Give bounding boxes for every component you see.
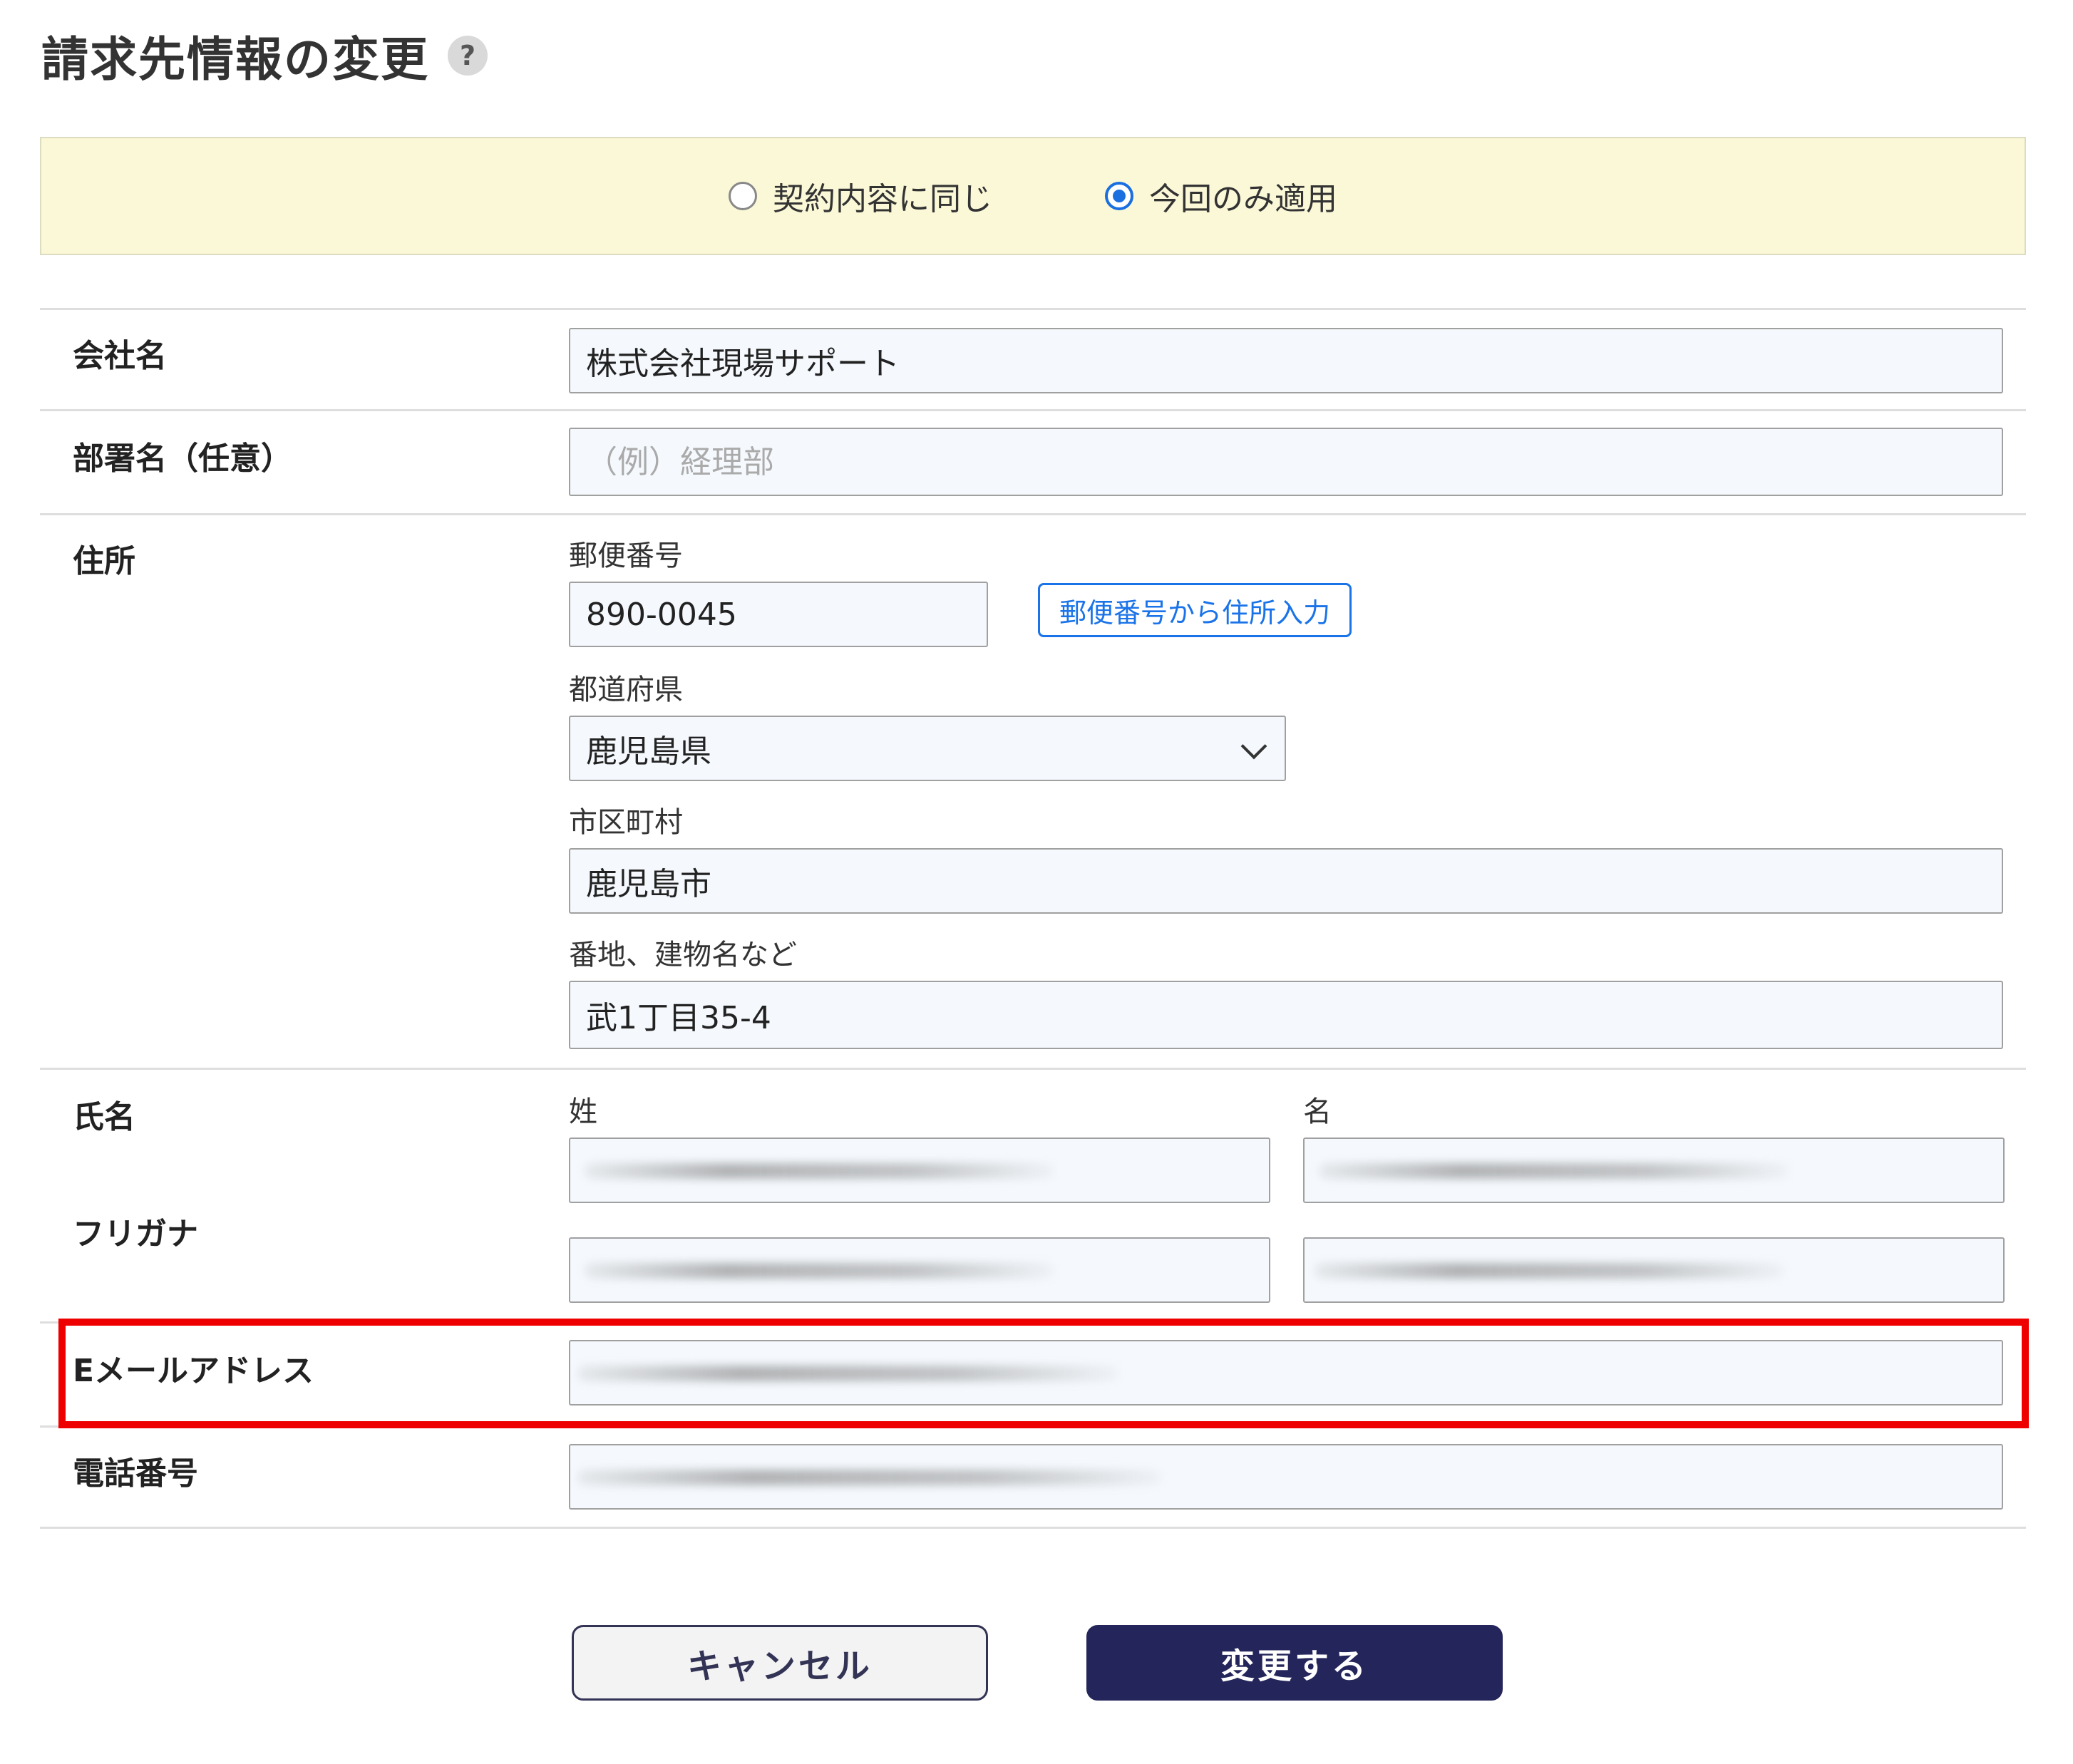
department-label: 部署名（任意） — [73, 440, 292, 477]
redacted-text — [585, 1263, 1055, 1279]
row-divider — [40, 513, 2026, 515]
help-icon[interactable]: ? — [448, 36, 488, 76]
redacted-text — [1319, 1163, 1789, 1179]
street-input[interactable] — [569, 981, 2003, 1049]
submit-button[interactable]: 変更する — [1086, 1625, 1503, 1701]
redacted-text — [585, 1163, 1055, 1179]
first-name-input[interactable] — [1303, 1138, 2005, 1203]
row-divider — [40, 1425, 2026, 1428]
zip-label: 郵便番号 — [569, 540, 683, 572]
zip-input[interactable] — [569, 582, 988, 647]
first-name-label: 名 — [1303, 1095, 1332, 1128]
prefecture-label: 都道府県 — [569, 674, 683, 706]
redacted-text — [577, 1470, 1162, 1485]
radio-label: 契約内容に同じ — [773, 181, 992, 217]
phone-input[interactable] — [569, 1444, 2003, 1510]
city-label: 市区町村 — [569, 806, 683, 839]
last-name-input[interactable] — [569, 1138, 1270, 1203]
page-header: 請求先情報の変更 ? — [41, 26, 488, 87]
address-label: 住所 — [73, 543, 135, 579]
city-input[interactable] — [569, 848, 2003, 914]
first-name-kana-input[interactable] — [1303, 1237, 2005, 1303]
prefecture-select[interactable]: 鹿児島県 — [569, 716, 1286, 781]
company-input[interactable] — [569, 328, 2003, 393]
row-divider — [40, 1527, 2026, 1529]
row-divider — [40, 308, 2026, 310]
row-divider — [40, 409, 2026, 411]
company-label: 会社名 — [73, 338, 167, 374]
name-label: 氏名 — [73, 1099, 135, 1135]
email-label: Eメールアドレス — [73, 1353, 314, 1389]
row-divider — [40, 1068, 2026, 1070]
redacted-text — [577, 1366, 1119, 1381]
radio-same-as-contract[interactable]: 契約内容に同じ — [729, 138, 992, 254]
page-title: 請求先情報の変更 — [41, 32, 429, 87]
scope-selector: 契約内容に同じ 今回のみ適用 — [40, 137, 2026, 255]
email-input[interactable] — [569, 1340, 2003, 1405]
radio-circle-unchecked-icon[interactable] — [729, 182, 757, 210]
row-divider — [40, 1321, 2026, 1324]
street-label: 番地、建物名など — [569, 939, 797, 971]
cancel-button[interactable]: キャンセル — [572, 1625, 988, 1701]
radio-apply-this-time-only[interactable]: 今回のみ適用 — [1105, 138, 1337, 254]
radio-circle-checked-icon[interactable] — [1105, 182, 1133, 210]
last-name-kana-input[interactable] — [569, 1237, 1270, 1303]
redacted-text — [1315, 1263, 1785, 1279]
department-input[interactable] — [569, 428, 2003, 496]
last-name-label: 姓 — [569, 1095, 597, 1128]
prefecture-selected-value[interactable]: 鹿児島県 — [569, 716, 1286, 781]
radio-label: 今回のみ適用 — [1149, 181, 1337, 217]
phone-label: 電話番号 — [73, 1455, 198, 1492]
kana-label: フリガナ — [73, 1216, 198, 1252]
zip-lookup-button[interactable]: 郵便番号から住所入力 — [1038, 583, 1352, 637]
